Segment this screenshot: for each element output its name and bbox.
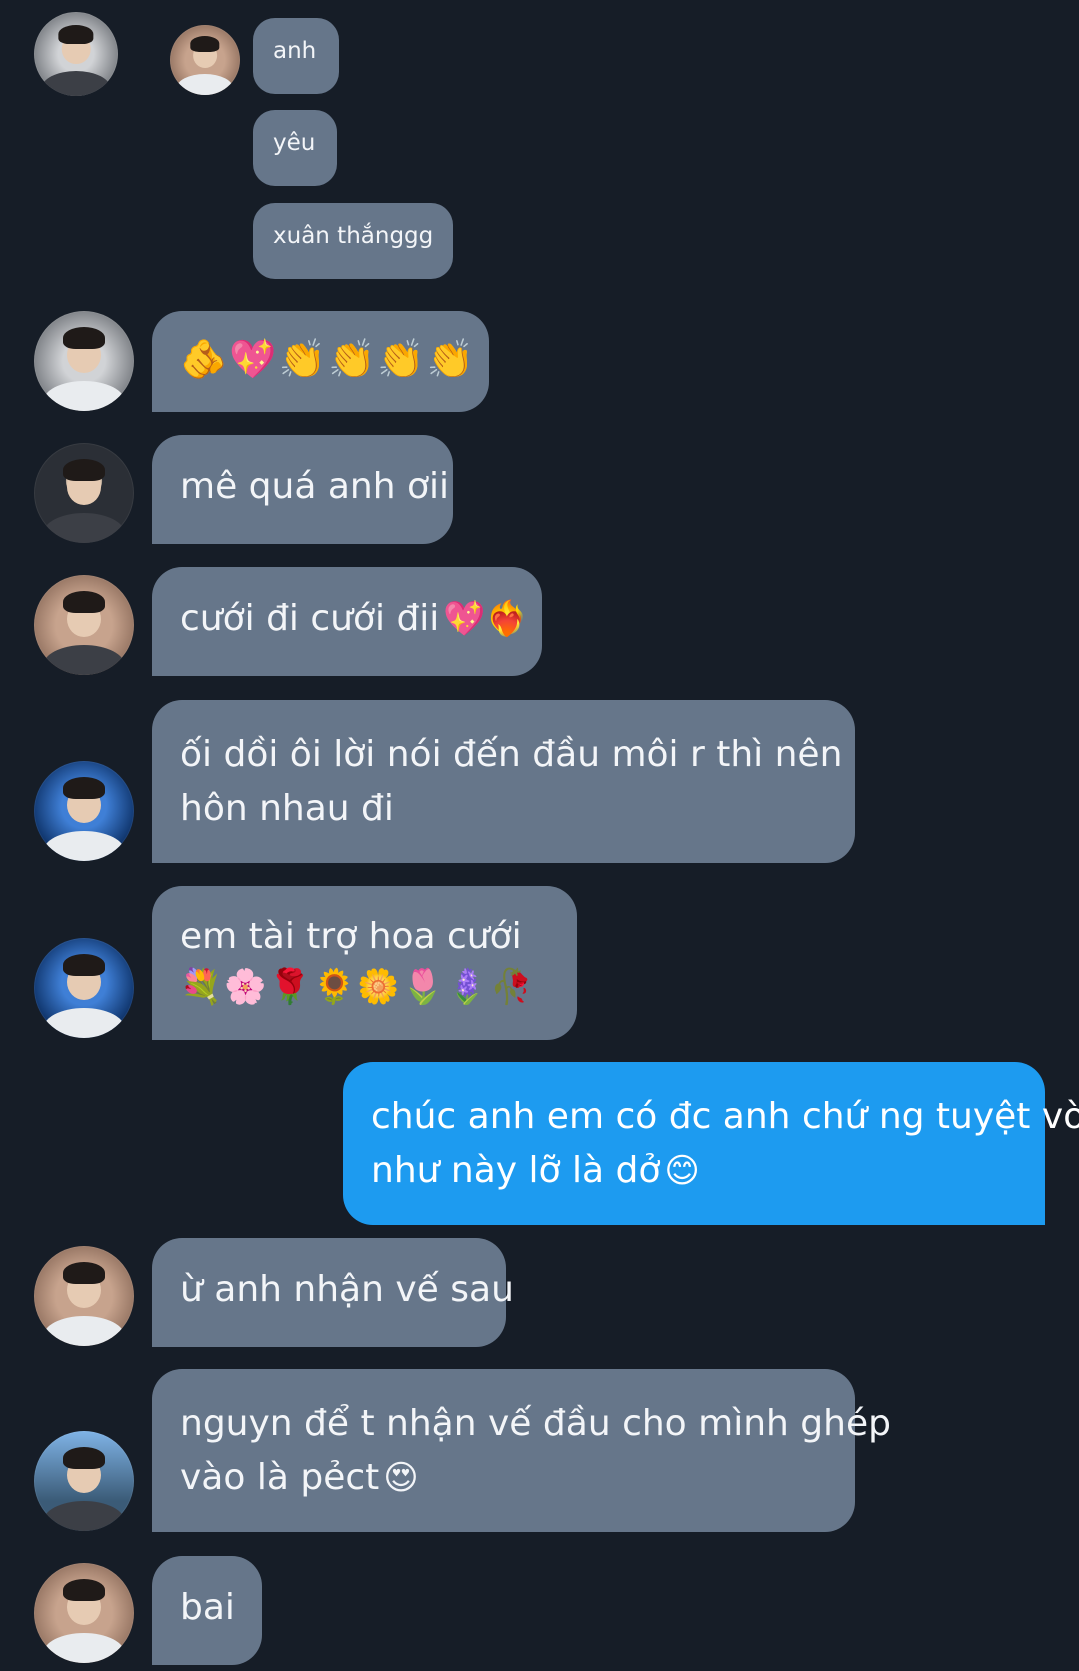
message-text-line: nguyn để t nhận vế đầu cho mình ghép [180,1403,891,1444]
avatar-hair [63,591,105,613]
message-emoji: 😊 [664,1151,700,1191]
avatar-body [176,74,234,95]
message-text: anh [273,38,317,64]
message-text-line: em tài trợ hoa cưới [180,916,522,957]
avatar-body [41,70,111,96]
message-bubble[interactable]: bai [152,1556,262,1665]
message-bubble[interactable]: em tài trợ hoa cưới 💐🌸🌹🌻🌼🌷🪻🥀 [152,886,577,1040]
avatar-hair [63,1447,105,1469]
avatar-hair [63,1579,105,1601]
message-emoji: 🫵💖👏👏👏👏 [180,337,476,381]
message-text-line: ối dồi ôi lời nói đến đầu môi r thì nên [180,734,843,775]
avatar-hair [63,459,105,481]
avatar[interactable] [34,938,134,1038]
message-text: yêu [273,130,316,156]
avatar-hair [58,25,94,44]
message-bubble[interactable]: anh [253,18,339,94]
avatar-body [43,1633,125,1663]
message-text: ừ anh nhận vế sau [180,1269,514,1310]
message-bubble[interactable]: mê quá anh ơii [152,435,453,544]
avatar[interactable] [34,575,134,675]
message-bubble[interactable]: yêu [253,110,337,186]
avatar[interactable] [34,1431,134,1531]
message-text: xuân thắnggg [273,223,434,249]
avatar-body [43,513,125,543]
message-bubble[interactable]: ừ anh nhận vế sau [152,1238,514,1347]
message-bubble[interactable]: ối dồi ôi lời nói đến đầu môi r thì nên … [152,700,855,863]
avatar-hair [63,327,105,349]
message-bubble[interactable]: xuân thắnggg [253,203,453,279]
message-text-line: vào là pẻct 😍 [180,1451,827,1505]
avatar-hair [63,777,105,799]
avatar-body [43,1316,125,1346]
avatar[interactable] [34,761,134,861]
avatar-hair [63,954,105,976]
avatar[interactable] [34,311,134,411]
avatar-body [43,1008,125,1038]
message-bubble[interactable]: cưới đi cưới đii 💖❤️‍🔥 [152,567,542,676]
avatar[interactable] [170,25,240,95]
avatar-hair [190,36,220,52]
message-emoji: 💖❤️‍🔥 [443,599,528,639]
message-text: mê quá anh ơii [180,466,449,507]
message-text-line: hôn nhau đi [180,788,394,829]
avatar-hair [63,1262,105,1284]
message-text: như này lỡ là dở [371,1150,661,1191]
message-text-line: chúc anh em có đc anh chứ ng tuyệt vời [371,1096,1079,1137]
outgoing-message-bubble[interactable]: chúc anh em có đc anh chứ ng tuyệt vời n… [343,1062,1079,1225]
message-text: bai [180,1587,235,1628]
message-emoji: 😍 [383,1458,419,1498]
message-text: vào là pẻct [180,1457,380,1498]
avatar[interactable] [34,1246,134,1346]
avatar[interactable] [34,1563,134,1663]
avatar-body [43,1501,125,1531]
avatar-body [43,645,125,675]
message-bubble[interactable]: 🫵💖👏👏👏👏 [152,311,489,412]
avatar[interactable] [34,12,118,96]
avatar-body [43,831,125,861]
avatar-body [43,381,125,411]
message-text: cưới đi cưới đii [180,598,440,639]
message-bubble[interactable]: nguyn để t nhận vế đầu cho mình ghép vào… [152,1369,891,1532]
message-emoji: 💐🌸🌹🌻🌼🌷🪻🥀 [180,967,535,1007]
avatar[interactable] [34,443,134,543]
message-text-line: như này lỡ là dở 😊 [371,1144,1017,1198]
